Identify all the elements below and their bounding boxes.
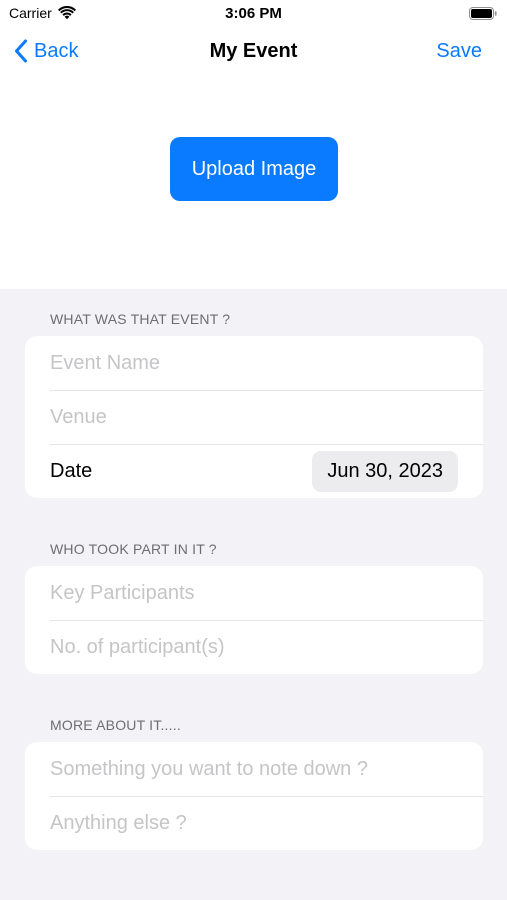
event-name-field[interactable]: Event Name <box>25 336 483 390</box>
event-card: Event Name Venue Date Jun 30, 2023 <box>25 336 483 498</box>
save-button[interactable]: Save <box>436 40 482 63</box>
event-name-placeholder: Event Name <box>50 351 161 374</box>
more-card: Something you want to note down ? Anythi… <box>25 742 483 850</box>
navigation-bar: Back My Event Save <box>0 28 507 78</box>
date-picker[interactable]: Jun 30, 2023 <box>312 451 458 492</box>
section-header-event: WHAT WAS THAT EVENT ? <box>50 311 231 327</box>
status-time: 3:06 PM <box>225 5 282 22</box>
screen: Carrier 3:06 PM Back My Event Save Uploa… <box>0 0 507 900</box>
note-field[interactable]: Something you want to note down ? <box>25 742 483 796</box>
venue-field[interactable]: Venue <box>25 390 483 444</box>
anything-else-field[interactable]: Anything else ? <box>25 796 483 850</box>
participants-card: Key Participants No. of participant(s) <box>25 566 483 674</box>
event-form: WHAT WAS THAT EVENT ? Event Name Venue D… <box>0 289 507 900</box>
venue-placeholder: Venue <box>50 405 107 428</box>
section-header-more: MORE ABOUT IT..... <box>50 717 181 733</box>
key-participants-placeholder: Key Participants <box>50 581 195 604</box>
status-bar: Carrier 3:06 PM <box>0 0 507 28</box>
upload-image-button[interactable]: Upload Image <box>170 137 338 201</box>
participant-count-field[interactable]: No. of participant(s) <box>25 620 483 674</box>
key-participants-field[interactable]: Key Participants <box>25 566 483 620</box>
note-placeholder: Something you want to note down ? <box>50 757 368 780</box>
page-title: My Event <box>209 40 298 62</box>
anything-else-placeholder: Anything else ? <box>50 811 187 834</box>
battery-icon <box>469 7 497 20</box>
section-header-participants: WHO TOOK PART IN IT ? <box>50 541 217 557</box>
date-row: Date Jun 30, 2023 <box>25 444 483 498</box>
participant-count-placeholder: No. of participant(s) <box>50 635 225 658</box>
date-label: Date <box>50 459 93 482</box>
